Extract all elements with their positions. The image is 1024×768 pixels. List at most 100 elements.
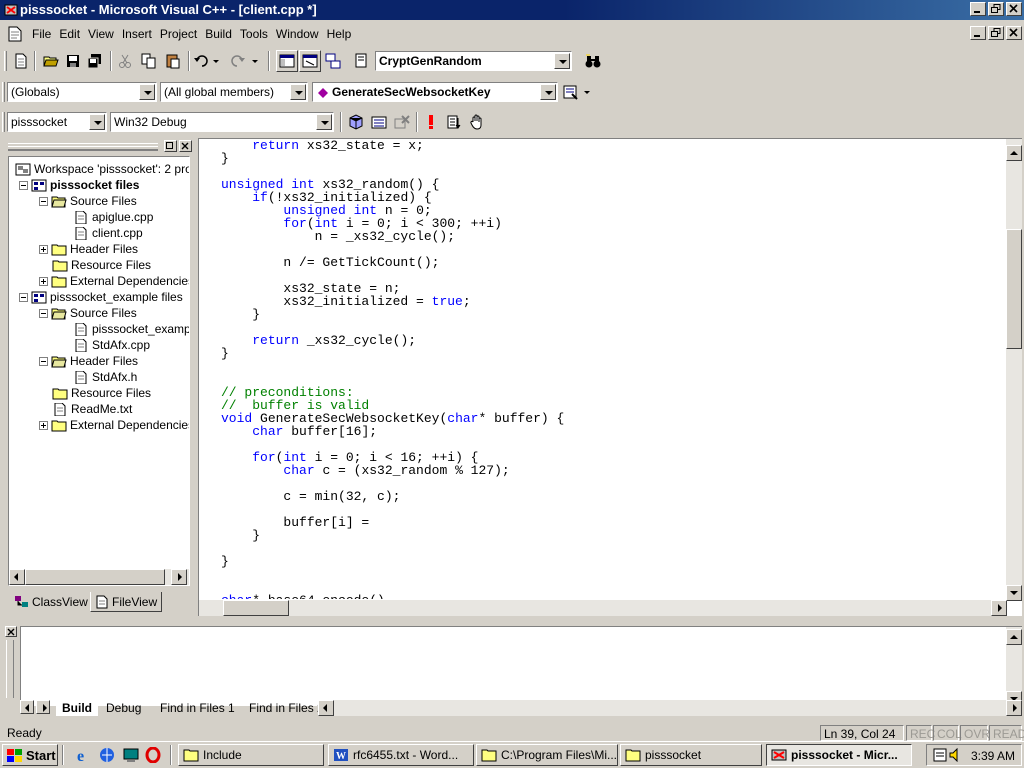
menu-window[interactable]: Window [272,27,323,41]
close-button[interactable] [1006,2,1022,16]
code-line[interactable]: } [221,308,1005,321]
workspace-maximize-button[interactable] [164,140,177,152]
title-bar[interactable]: pisssocket - Microsoft Visual C++ - [cli… [0,0,1024,20]
collapse-icon[interactable] [39,356,48,366]
save-all-button[interactable] [84,50,106,72]
restore-button[interactable] [988,2,1004,16]
code-line[interactable]: char buffer[16]; [221,425,1005,438]
editor-vscrollbar[interactable] [1006,139,1022,601]
volume-icon[interactable] [949,748,963,762]
task-word[interactable]: W rfc6455.txt - Word... [328,744,474,766]
tree-item-file[interactable]: StdAfx.cpp [73,337,150,353]
code-line[interactable]: n = _xs32_cycle(); [221,230,1005,243]
tree-item-file[interactable]: ReadMe.txt [52,401,132,417]
workspace-hscrollbar[interactable] [9,569,189,585]
tree-item-file[interactable]: pisssocket_exampl [73,321,189,337]
tab-fileview[interactable]: FileView [90,592,163,612]
paste-button[interactable] [162,50,184,72]
chevron-down-icon[interactable] [316,114,332,130]
code-line[interactable]: return _xs32_cycle(); [221,334,1005,347]
tab-find-in-files-2[interactable]: Find in Files 2 [243,700,330,716]
doc-minimize-button[interactable] [970,26,986,40]
code-line[interactable] [221,568,1005,581]
scroll-right-button[interactable] [171,569,187,585]
menu-project[interactable]: Project [156,27,201,41]
expand-icon[interactable] [39,276,48,286]
undo-button[interactable] [192,50,222,72]
scroll-down-button[interactable] [1006,585,1022,601]
quicklaunch-desktop-icon[interactable] [120,744,142,766]
tree-item-project[interactable]: pisssocket_example files [19,289,183,305]
menu-edit[interactable]: Edit [55,27,84,41]
code-line[interactable]: return xs32_state = x; [221,139,1005,152]
quicklaunch-ie-icon[interactable]: e [72,744,94,766]
tree-item-folder[interactable]: Header Files [39,241,138,257]
task-include[interactable]: Include [178,744,324,766]
doc-close-button[interactable] [1006,26,1022,40]
go-button[interactable] [443,111,465,133]
menu-file[interactable]: File [28,27,55,41]
toolbar-grip[interactable] [2,112,5,132]
tree-item-folder[interactable]: Source Files [39,305,137,321]
tree-item-folder[interactable]: Source Files [39,193,137,209]
code-line[interactable]: char c = (xs32_random % 127); [221,464,1005,477]
window-list-button[interactable] [322,50,344,72]
open-button[interactable] [40,50,62,72]
chevron-down-icon[interactable] [554,53,570,69]
code-line[interactable]: c = min(32, c); [221,490,1005,503]
redo-button[interactable] [228,50,262,72]
minimize-button[interactable] [970,2,986,16]
tree-item-file[interactable]: StdAfx.h [73,369,137,385]
document-icon[interactable] [8,26,22,42]
collapse-icon[interactable] [19,292,28,302]
tree-item-folder[interactable]: Header Files [39,353,138,369]
scroll-up-button[interactable] [1006,145,1022,161]
output-text[interactable] [20,626,1022,707]
task-pisssocket-folder[interactable]: pisssocket [620,744,762,766]
scope-combo[interactable]: (Globals) [7,82,157,102]
code-line[interactable]: xs32_initialized = true; [221,295,1005,308]
collapse-icon[interactable] [39,196,48,206]
tree-item-folder[interactable]: External Dependencies [39,273,189,289]
tab-find-in-files-1[interactable]: Find in Files 1 [154,700,241,716]
scroll-thumb[interactable] [1006,229,1022,349]
toolbar-grip[interactable] [4,51,7,71]
tree-item-folder[interactable]: Resource Files [52,385,151,401]
tree-item-file[interactable]: client.cpp [73,225,143,241]
code-line[interactable]: buffer[i] = [221,516,1005,529]
code-editor[interactable]: return xs32_state = x;} unsigned int xs32… [198,138,1022,616]
scroll-right-button[interactable] [1006,700,1022,716]
find-button[interactable] [582,50,604,72]
expand-icon[interactable] [39,420,48,430]
project-combo[interactable]: pisssocket [7,112,107,132]
code-line[interactable] [221,542,1005,555]
code-text[interactable]: return xs32_state = x;} unsigned int xs32… [221,139,1005,599]
cut-button[interactable] [114,50,136,72]
tree-item-folder[interactable]: Resource Files [52,257,151,273]
tree-item-project[interactable]: pisssocket files [19,177,139,193]
editor-hscrollbar[interactable] [199,600,1007,616]
code-line[interactable]: } [221,152,1005,165]
task-program-files[interactable]: C:\Program Files\Mi... [476,744,618,766]
scroll-thumb[interactable] [25,569,165,585]
menu-view[interactable]: View [84,27,118,41]
tab-classview[interactable]: ClassView [10,592,92,612]
chevron-down-icon[interactable] [290,84,306,100]
clock[interactable]: 3:39 AM [971,749,1015,763]
find-combo[interactable]: CryptGenRandom [375,51,572,71]
tree-item-folder[interactable]: External Dependencies [39,417,189,433]
scroll-right-button[interactable] [991,600,1007,616]
tray-icon[interactable] [933,748,947,762]
code-line[interactable]: } [221,347,1005,360]
menu-insert[interactable]: Insert [118,27,156,41]
task-visual-cpp[interactable]: pisssocket - Micr... [766,744,912,766]
wizard-actions-button[interactable] [560,81,594,103]
tree-item-file[interactable]: apiglue.cpp [73,209,153,225]
copy-button[interactable] [138,50,160,72]
execute-button[interactable] [420,111,442,133]
scroll-up-button[interactable] [1006,629,1022,645]
chevron-down-icon[interactable] [139,84,155,100]
toolbar-grip[interactable] [2,82,5,102]
tab-build[interactable]: Build [56,700,98,716]
scroll-left-button[interactable] [9,569,25,585]
